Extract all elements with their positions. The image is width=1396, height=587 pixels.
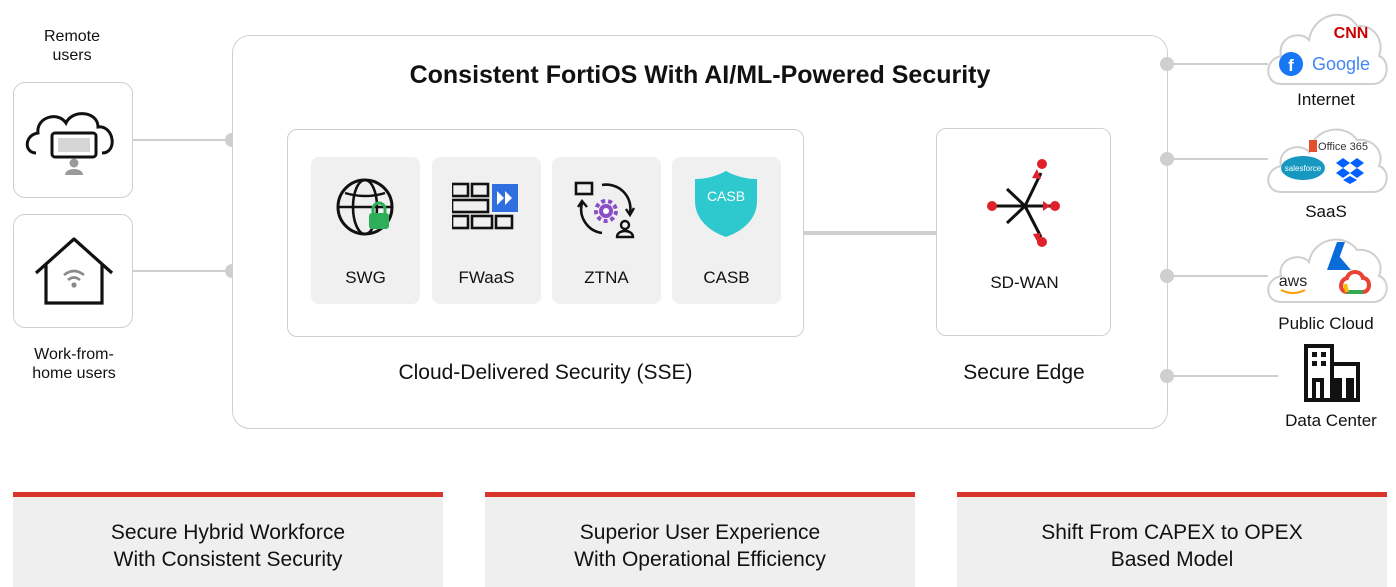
benefit-card-2: Superior User Experience With Operationa…: [485, 492, 915, 587]
wfh-users-card: [13, 214, 133, 328]
tile-ztna-label: ZTNA: [584, 268, 629, 287]
aws-logo: aws: [1279, 273, 1307, 290]
firewall-icon: [452, 182, 518, 230]
data-center-icon: [1304, 344, 1360, 402]
zero-trust-icon: [574, 181, 636, 239]
internet-connector: [1172, 63, 1268, 65]
svg-text:f: f: [1288, 56, 1294, 75]
data-center-label: Data Center: [1285, 411, 1377, 430]
benefit-accent-bar: [13, 492, 443, 497]
wfh-users-label: Work-from- home users: [32, 346, 116, 383]
benefit-text-1: Secure Hybrid Workforce With Consistent …: [110, 521, 346, 572]
remote-users-card: [13, 82, 133, 198]
wfh-users-connector: [133, 270, 232, 272]
internet-cloud-icon: CNN f Google: [1267, 13, 1388, 85]
saas-label: SaaS: [1305, 202, 1347, 221]
tile-casb-label: CASB: [703, 268, 750, 287]
benefit-card-1: Secure Hybrid Workforce With Consistent …: [13, 492, 443, 587]
benefit-accent-bar: [957, 492, 1387, 497]
tile-fwaas-label: FWaaS: [458, 268, 515, 287]
tile-swg: SWG: [311, 157, 420, 304]
benefit-text-3: Shift From CAPEX to OPEX Based Model: [1041, 521, 1303, 572]
sse-caption: Cloud-Delivered Security (SSE): [398, 361, 693, 384]
home-wifi-icon: [34, 237, 114, 305]
remote-users-connector: [133, 139, 232, 141]
sd-wan-label: SD-WAN: [990, 273, 1059, 292]
saas-cloud-icon: Office 365 salesforce: [1267, 128, 1388, 193]
secure-edge-box: SD-WAN: [936, 128, 1111, 336]
cnn-logo: CNN: [1334, 25, 1369, 42]
benefit-card-3: Shift From CAPEX to OPEX Based Model: [957, 492, 1387, 587]
remote-users-label: Remote users: [43, 28, 101, 65]
page-title: Consistent FortiOS With AI/ML-Powered Se…: [409, 61, 991, 89]
globe-lock-icon: [336, 178, 394, 236]
tile-ztna: ZTNA: [552, 157, 661, 304]
tile-swg-label: SWG: [345, 268, 386, 287]
casb-badge-text: CASB: [707, 188, 745, 204]
public-cloud-icon: aws: [1267, 238, 1388, 303]
dc-connector: [1172, 375, 1278, 377]
internet-label: Internet: [1297, 90, 1355, 109]
benefit-text-2: Superior User Experience With Operationa…: [574, 521, 826, 572]
benefit-accent-bar: [485, 492, 915, 497]
svg-text:salesforce: salesforce: [1285, 164, 1322, 173]
secure-edge-caption: Secure Edge: [963, 361, 1085, 384]
sd-wan-icon: [987, 159, 1060, 247]
cloud-connector: [1172, 275, 1268, 277]
sse-edge-connector: [804, 231, 937, 235]
cloud-computer-icon: [25, 112, 114, 175]
tile-fwaas: FWaaS: [432, 157, 541, 304]
shield-icon: CASB: [695, 171, 757, 237]
office365-logo: Office 365: [1318, 141, 1368, 153]
tile-casb: CASB CASB: [672, 157, 781, 304]
google-logo: Google: [1312, 54, 1370, 74]
saas-connector: [1172, 158, 1268, 160]
public-cloud-label: Public Cloud: [1278, 314, 1374, 333]
